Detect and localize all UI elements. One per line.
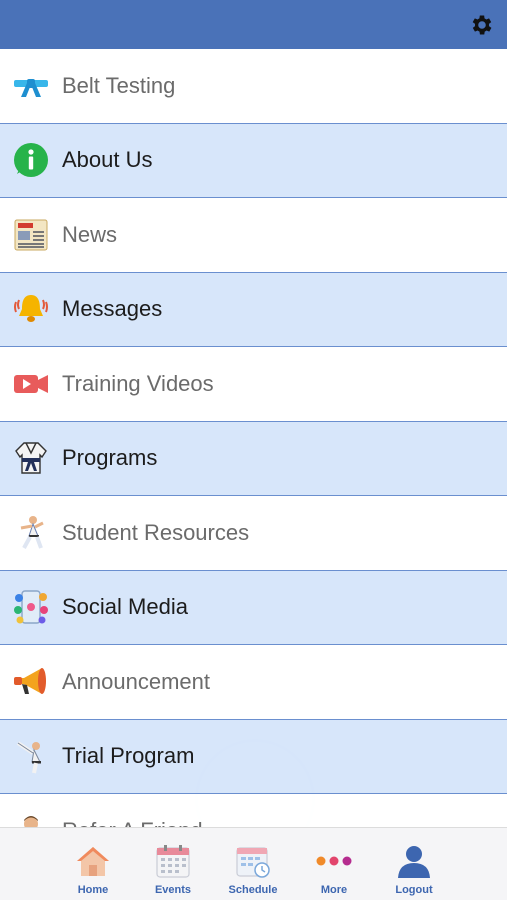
tab-schedule-label: Schedule [228,884,278,896]
tab-schedule[interactable]: Schedule [213,828,293,900]
menu-item-announcement[interactable]: Announcement [0,645,507,720]
menu-item-about-us[interactable]: About Us [0,123,507,198]
menu-item-trial-program[interactable]: Trial Program [0,719,507,794]
menu-item-programs[interactable]: Programs [0,421,507,496]
menu-item-news[interactable]: News [0,198,507,273]
menu-item-label: Social Media [62,594,188,620]
menu-item-training-videos[interactable]: Training Videos [0,347,507,422]
menu-item-label: Refer A Friend [62,818,203,827]
bottom-tab-bar: Home Events Schedule More Logout [0,827,507,900]
kick-icon [12,737,50,775]
tab-more[interactable]: More [294,828,374,900]
tab-logout-label: Logout [395,884,433,896]
person-icon [12,812,50,827]
menu-item-label: Programs [62,445,158,471]
tab-home-label: Home [77,884,109,896]
user-icon [394,842,434,880]
menu-list: Belt Testing About Us News Messages Trai… [0,49,507,827]
bell-icon [12,290,50,328]
menu-item-label: Trial Program [62,743,195,769]
tab-logout[interactable]: Logout [374,828,454,900]
more-dots-icon [314,842,354,880]
calendar-icon [153,842,193,880]
tab-more-label: More [320,884,348,896]
menu-item-messages[interactable]: Messages [0,272,507,347]
menu-item-label: Training Videos [62,370,214,396]
newspaper-icon [12,216,50,254]
menu-item-label: Student Resources [62,519,250,545]
menu-item-label: Messages [62,296,163,322]
menu-item-student-resources[interactable]: Student Resources [0,496,507,571]
megaphone-icon [12,663,50,701]
menu-item-belt-testing[interactable]: Belt Testing [0,49,507,124]
menu-item-label: News [62,221,118,247]
menu-item-refer-a-friend[interactable]: Refer A Friend [0,794,507,827]
tab-home[interactable]: Home [53,828,133,900]
menu-item-label: Announcement [62,668,210,694]
tab-events-label: Events [154,884,192,896]
home-icon [73,842,113,880]
tab-events[interactable]: Events [133,828,213,900]
info-icon [12,141,50,179]
belt-icon [12,67,50,105]
menu-item-social-media[interactable]: Social Media [0,570,507,645]
video-icon [12,365,50,403]
uniform-icon [12,439,50,477]
menu-item-label: Belt Testing [62,72,176,98]
social-phone-icon [12,588,50,626]
gear-icon[interactable] [469,12,495,38]
top-bar [0,0,507,49]
martial-artist-icon [12,514,50,552]
menu-item-label: About Us [62,147,153,173]
schedule-icon [233,842,273,880]
